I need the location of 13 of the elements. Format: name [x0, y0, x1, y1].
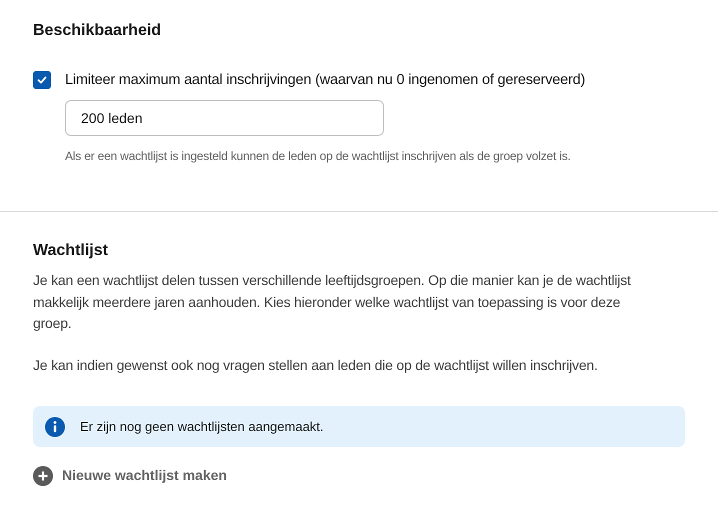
- checkbox[interactable]: [33, 71, 51, 89]
- input-field[interactable]: 200 leden: [65, 100, 384, 136]
- checkbox-label: Limiteer maximum aantal inschrijvingen (waarvan nu 0 ingenomen of gereserveerd): [65, 71, 586, 90]
- add-waitlist-button[interactable]: Nieuwe wachtlijst maken: [33, 465, 227, 486]
- info-text: Er zijn nog geen wachtlijsten aangemaakt.: [80, 418, 324, 436]
- info-icon: [45, 416, 65, 436]
- section-title: Wachtlijst: [33, 241, 108, 261]
- checkmark-icon: [36, 74, 48, 86]
- paragraph: Je kan indien gewenst ook nog vragen stellen aan leden die op de wachtlijst willen inschrijven.: [33, 356, 599, 375]
- paragraph: Je kan een wachtlijst delen tussen verschillende leeftijdsgroepen. Op die manier kan je de wachtlijst makkelijk meerdere jaren aanhouden. Kies hieronder welke wachtlijst van toepassing is voor deze groep.: [33, 271, 632, 333]
- section-title: Beschikbaarheid: [33, 21, 162, 41]
- plus-icon: [33, 466, 53, 486]
- help-text: Als er een wachtlijst is ingesteld kunnen de leden op de wachtlijst inschrijven als de groep volzet is.: [65, 148, 571, 165]
